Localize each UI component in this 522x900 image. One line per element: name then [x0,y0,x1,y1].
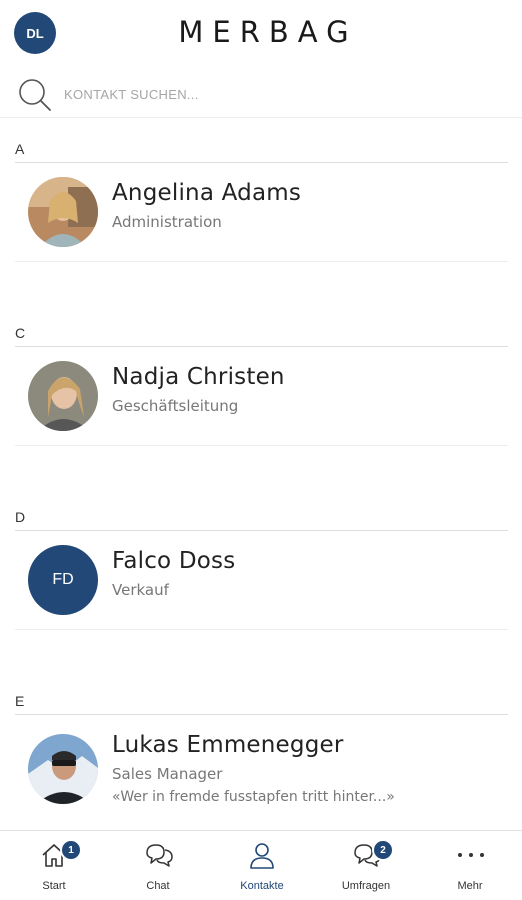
contact-name: Falco Doss [112,548,236,574]
contact-avatar: FD [28,545,98,615]
contact-avatar [28,177,98,247]
tab-start[interactable]: 1 Start [2,831,106,900]
contact-item-falco-doss[interactable]: FD Falco Doss Verkauf [0,530,522,630]
contact-name: Lukas Emmenegger [112,732,344,758]
row-divider [15,261,508,262]
contact-item-lukas-emmenegger[interactable]: Lukas Emmenegger Sales Manager «Wer in f… [0,714,522,824]
section-letter: C [15,325,26,341]
contact-role: Sales Manager [112,765,223,783]
contact-role: Administration [112,213,222,231]
contact-name: Nadja Christen [112,364,285,390]
contact-status-message: «Wer in fremde fusstapfen tritt hinter..… [112,789,395,805]
row-divider [15,629,508,630]
contact-name: Angelina Adams [112,180,302,206]
app-header: DL MERBAG [0,0,522,68]
section-letter: A [15,141,25,157]
contact-search-bar [0,70,522,118]
tab-mehr[interactable]: Mehr [418,831,522,900]
chat-icon [146,844,173,867]
more-dots-icon [458,853,484,857]
contact-avatar [28,734,98,804]
tab-kontakte[interactable]: Kontakte [210,831,314,900]
contact-item-nadja-christen[interactable]: Nadja Christen Geschäftsleitung [0,346,522,446]
tab-label: Kontakte [240,880,284,892]
search-input[interactable] [64,83,484,105]
tab-chat[interactable]: Chat [106,831,210,900]
section-letter: E [15,693,25,709]
bottom-tab-bar: 1 Start Chat Kontakte 2 Umfragen Mehr [0,830,522,900]
notification-badge: 2 [372,839,394,861]
row-divider [15,445,508,446]
contact-role: Verkauf [112,581,169,599]
tab-label: Start [42,880,66,892]
person-icon [250,843,274,869]
notification-badge: 1 [60,839,82,861]
search-icon [19,79,51,111]
contact-avatar [28,361,98,431]
tab-label: Umfragen [341,880,391,892]
tab-umfragen[interactable]: 2 Umfragen [314,831,418,900]
section-letter: D [15,509,26,525]
contact-role: Geschäftsleitung [112,397,239,415]
tab-label: Mehr [457,880,483,892]
tab-label: Chat [146,880,170,892]
contact-item-angelina-adams[interactable]: Angelina Adams Administration [0,162,522,262]
merbag-logo: MERBAG [178,15,358,49]
